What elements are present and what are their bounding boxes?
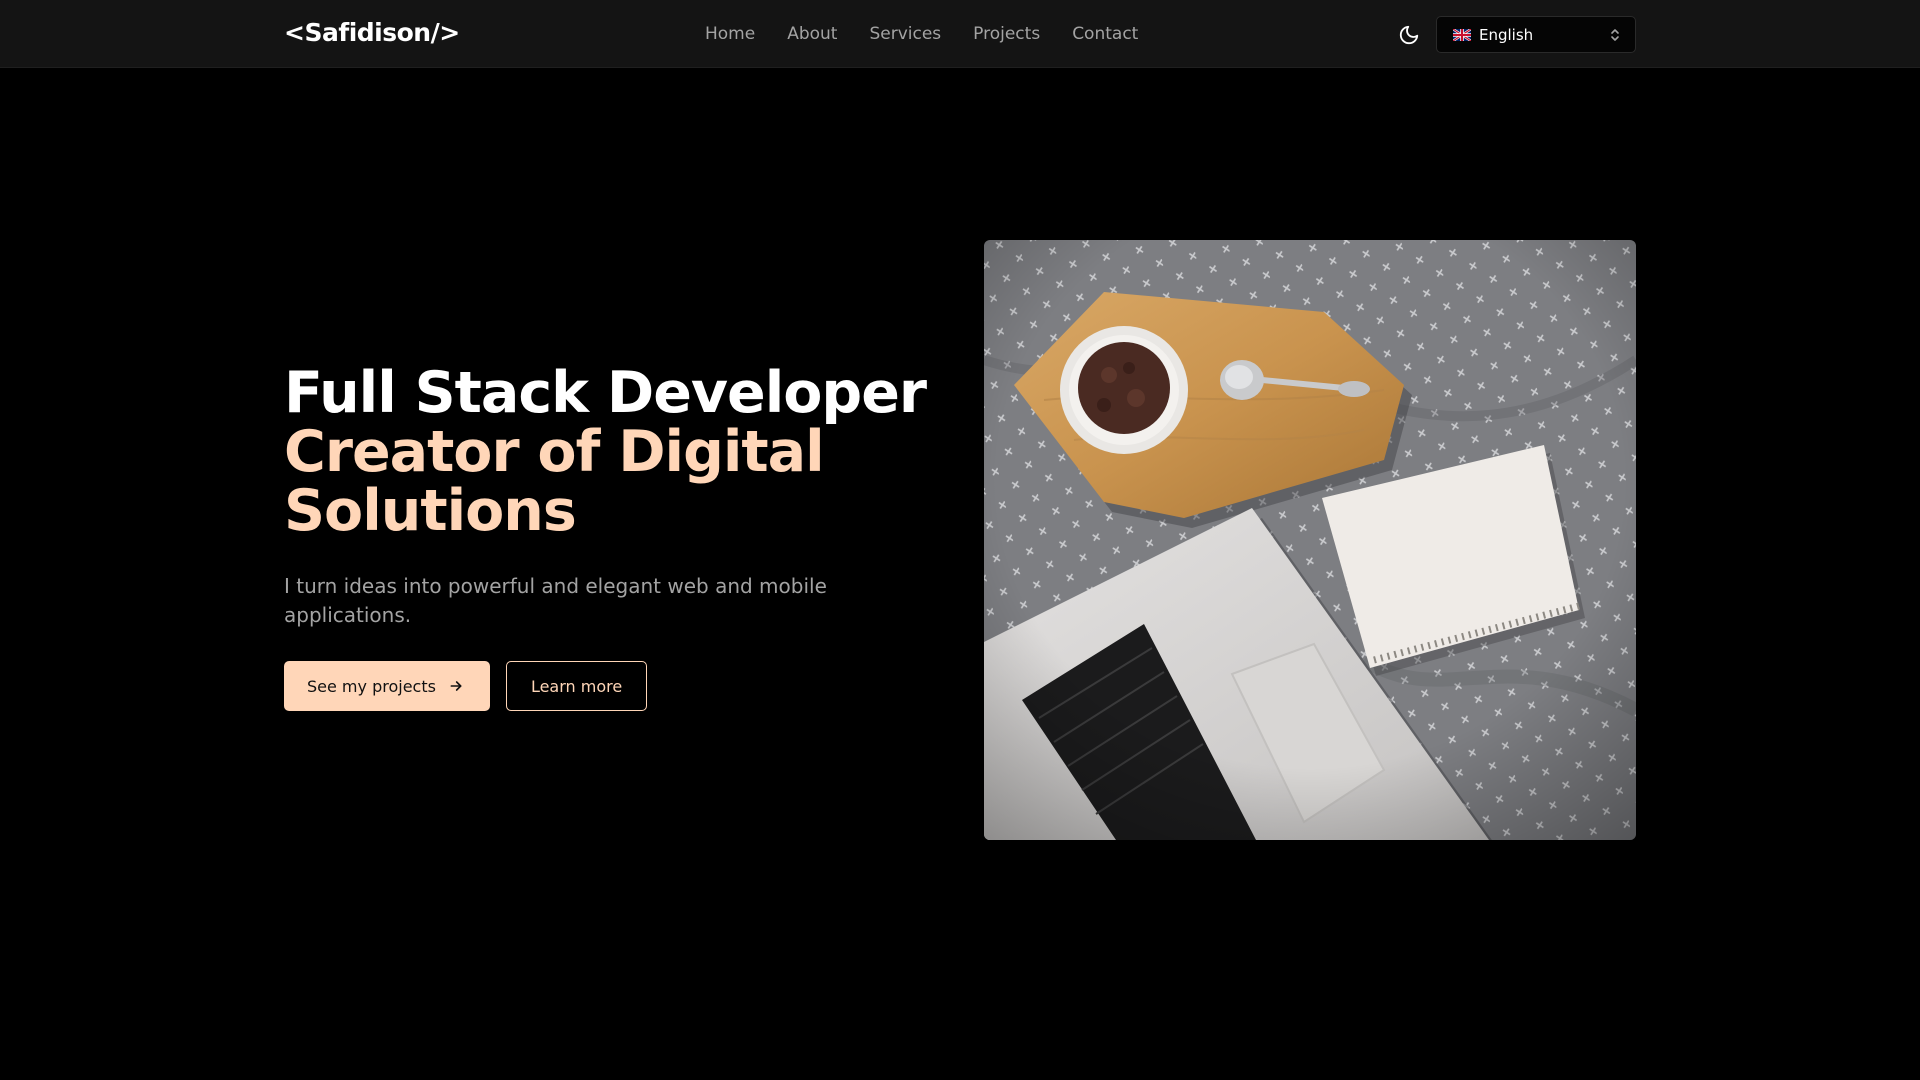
nav-link-projects[interactable]: Projects [973,22,1040,46]
see-projects-label: See my projects [307,676,436,696]
hero-actions: See my projects Learn more [284,661,648,711]
moon-icon [1399,25,1419,45]
theme-toggle-button[interactable] [1396,22,1422,48]
hero-image [984,240,1636,840]
learn-more-button[interactable]: Learn more [505,661,648,711]
arrow-right-icon [450,681,462,691]
hero-title: Full Stack Developer Creator of Digital … [284,360,927,544]
language-select-value: English [1479,25,1534,44]
top-navbar: <Safidison/> Home About Services Project… [0,0,1920,68]
language-select[interactable]: English [1436,16,1636,53]
nav-link-contact[interactable]: Contact [1072,22,1138,46]
nav-link-home[interactable]: Home [705,22,755,46]
nav-link-about[interactable]: About [787,22,837,46]
site-logo[interactable]: <Safidison/> [284,16,460,50]
hero-title-line-2: Creator of Digital Solutions [284,419,825,544]
chevron-up-down-icon [1609,28,1621,42]
learn-more-label: Learn more [530,676,623,696]
see-projects-button[interactable]: See my projects [284,661,490,711]
hero-subtitle: I turn ideas into powerful and elegant w… [284,574,827,627]
nav-link-services[interactable]: Services [869,22,941,46]
uk-flag-icon [1453,28,1471,41]
hero-title-line-1: Full Stack Developer [284,360,927,426]
main-nav: Home About Services Projects Contact [705,22,1138,46]
